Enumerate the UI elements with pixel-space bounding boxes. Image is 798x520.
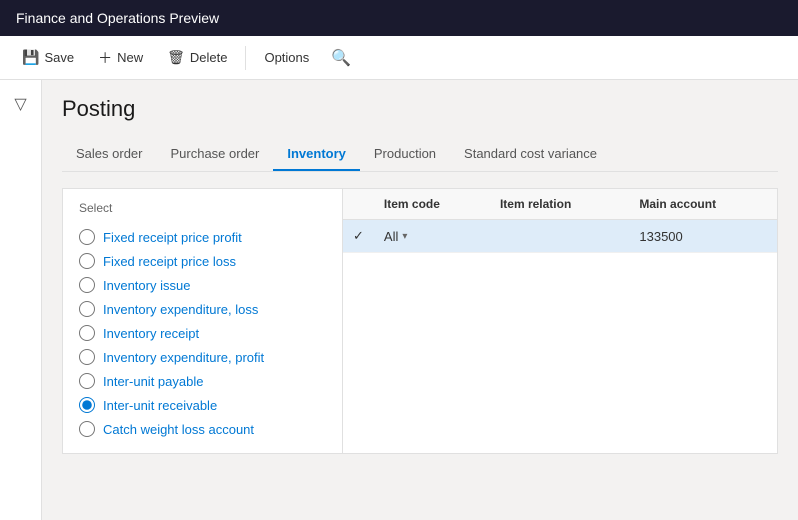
label-inventory-issue[interactable]: Inventory issue — [103, 278, 190, 293]
row-item-code[interactable]: All ▾ — [374, 220, 490, 253]
col-item-code: Item code — [374, 189, 490, 220]
select-panel: Select Fixed receipt price profit Fixed … — [63, 189, 343, 453]
filter-icon[interactable]: ▽ — [8, 88, 32, 120]
list-item[interactable]: Inventory issue — [79, 273, 326, 297]
delete-icon: 🗑 — [167, 49, 185, 66]
tab-purchase-order[interactable]: Purchase order — [156, 138, 273, 171]
label-inventory-expenditure-profit[interactable]: Inventory expenditure, profit — [103, 350, 264, 365]
item-code-value: All — [384, 229, 398, 244]
col-item-relation: Item relation — [490, 189, 629, 220]
content-panels: Select Fixed receipt price profit Fixed … — [62, 188, 778, 454]
top-bar: Finance and Operations Preview — [0, 0, 798, 36]
radio-inter-unit-payable[interactable] — [79, 373, 95, 389]
radio-inter-unit-receivable[interactable] — [79, 397, 95, 413]
table-panel: Item code Item relation Main account ✓ A… — [343, 189, 777, 453]
delete-button[interactable]: 🗑 Delete — [157, 44, 237, 71]
label-fixed-receipt-price-loss[interactable]: Fixed receipt price loss — [103, 254, 236, 269]
save-label: Save — [44, 50, 74, 65]
radio-catch-weight-loss-account[interactable] — [79, 421, 95, 437]
list-item[interactable]: Fixed receipt price loss — [79, 249, 326, 273]
table-row[interactable]: ✓ All ▾ 133500 — [343, 220, 777, 253]
dropdown-arrow-icon[interactable]: ▾ — [402, 231, 407, 242]
page-area: Posting Sales order Purchase order Inven… — [42, 80, 798, 520]
table-header-row: Item code Item relation Main account — [343, 189, 777, 220]
toolbar-divider — [245, 46, 246, 70]
label-inventory-expenditure-loss[interactable]: Inventory expenditure, loss — [103, 302, 258, 317]
app-title: Finance and Operations Preview — [16, 10, 219, 26]
label-inter-unit-payable[interactable]: Inter-unit payable — [103, 374, 203, 389]
tab-standard-cost-variance[interactable]: Standard cost variance — [450, 138, 611, 171]
list-item[interactable]: Inter-unit payable — [79, 369, 326, 393]
main-content: ▽ Posting Sales order Purchase order Inv… — [0, 80, 798, 520]
new-label: New — [117, 50, 143, 65]
search-icon: 🔍 — [331, 50, 351, 67]
list-item[interactable]: Inventory expenditure, loss — [79, 297, 326, 321]
radio-inventory-issue[interactable] — [79, 277, 95, 293]
select-label: Select — [79, 201, 326, 215]
label-inter-unit-receivable[interactable]: Inter-unit receivable — [103, 398, 217, 413]
list-item[interactable]: Inter-unit receivable — [79, 393, 326, 417]
radio-fixed-receipt-price-profit[interactable] — [79, 229, 95, 245]
list-item[interactable]: Inventory receipt — [79, 321, 326, 345]
options-button[interactable]: Options — [254, 45, 319, 70]
list-item[interactable]: Catch weight loss account — [79, 417, 326, 441]
row-item-relation[interactable] — [490, 220, 629, 253]
label-fixed-receipt-price-profit[interactable]: Fixed receipt price profit — [103, 230, 242, 245]
label-catch-weight-loss-account[interactable]: Catch weight loss account — [103, 422, 254, 437]
page-title: Posting — [62, 96, 778, 122]
options-label: Options — [264, 50, 309, 65]
new-icon: ＋ — [98, 48, 112, 68]
radio-fixed-receipt-price-loss[interactable] — [79, 253, 95, 269]
radio-inventory-expenditure-profit[interactable] — [79, 349, 95, 365]
save-button[interactable]: 💾 Save — [12, 44, 84, 71]
list-item[interactable]: Fixed receipt price profit — [79, 225, 326, 249]
radio-inventory-receipt[interactable] — [79, 325, 95, 341]
row-check: ✓ — [343, 220, 374, 253]
sidebar: ▽ — [0, 80, 42, 520]
col-check — [343, 189, 374, 220]
tab-inventory[interactable]: Inventory — [273, 138, 360, 171]
new-button[interactable]: ＋ New — [88, 43, 153, 73]
list-item[interactable]: Inventory expenditure, profit — [79, 345, 326, 369]
label-inventory-receipt[interactable]: Inventory receipt — [103, 326, 199, 341]
row-main-account[interactable]: 133500 — [629, 220, 777, 253]
data-table: Item code Item relation Main account ✓ A… — [343, 189, 777, 253]
toolbar: 💾 Save ＋ New 🗑 Delete Options 🔍 — [0, 36, 798, 80]
tab-sales-order[interactable]: Sales order — [62, 138, 156, 171]
radio-inventory-expenditure-loss[interactable] — [79, 301, 95, 317]
delete-label: Delete — [190, 50, 228, 65]
tabs-container: Sales order Purchase order Inventory Pro… — [62, 138, 778, 172]
search-button[interactable]: 🔍 — [323, 43, 359, 73]
tab-production[interactable]: Production — [360, 138, 450, 171]
col-main-account: Main account — [629, 189, 777, 220]
save-icon: 💾 — [22, 49, 39, 66]
